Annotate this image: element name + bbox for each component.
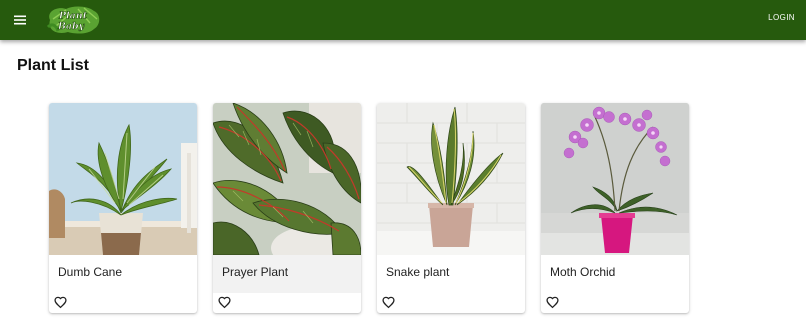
plant-name[interactable]: Dumb Cane [58,265,122,279]
plant-card-prayer-plant[interactable]: Prayer Plant [213,103,361,313]
plant-image-dumb-cane[interactable] [49,103,197,255]
plant-card-dumb-cane[interactable]: Dumb Cane [49,103,197,313]
logo-text-line1: Plant [58,11,88,22]
heart-outline-icon [54,296,67,309]
favorite-button[interactable] [54,296,67,309]
menu-button[interactable] [9,9,31,31]
plant-card-moth-orchid[interactable]: Moth Orchid [541,103,689,313]
favorite-button[interactable] [382,296,395,309]
favorite-button[interactable] [218,296,231,309]
page-title: Plant List [17,57,90,74]
plant-baby-logo[interactable]: Plant Baby [44,5,102,35]
plant-name[interactable]: Prayer Plant [222,265,288,279]
app-bar: Plant Baby LOGIN [0,0,806,40]
heart-outline-icon [218,296,231,309]
login-button[interactable]: LOGIN [768,13,795,22]
heart-outline-icon [382,296,395,309]
heart-outline-icon [546,296,559,309]
favorite-button[interactable] [546,296,559,309]
plant-image-moth-orchid[interactable] [541,103,689,255]
plant-image-snake-plant[interactable] [377,103,525,255]
plant-name[interactable]: Moth Orchid [550,265,615,279]
plant-name[interactable]: Snake plant [386,265,449,279]
plant-image-prayer-plant[interactable] [213,103,361,255]
hamburger-menu-icon [14,15,26,25]
logo-text-line2: Baby [57,21,86,32]
plant-card-snake-plant[interactable]: Snake plant [377,103,525,313]
